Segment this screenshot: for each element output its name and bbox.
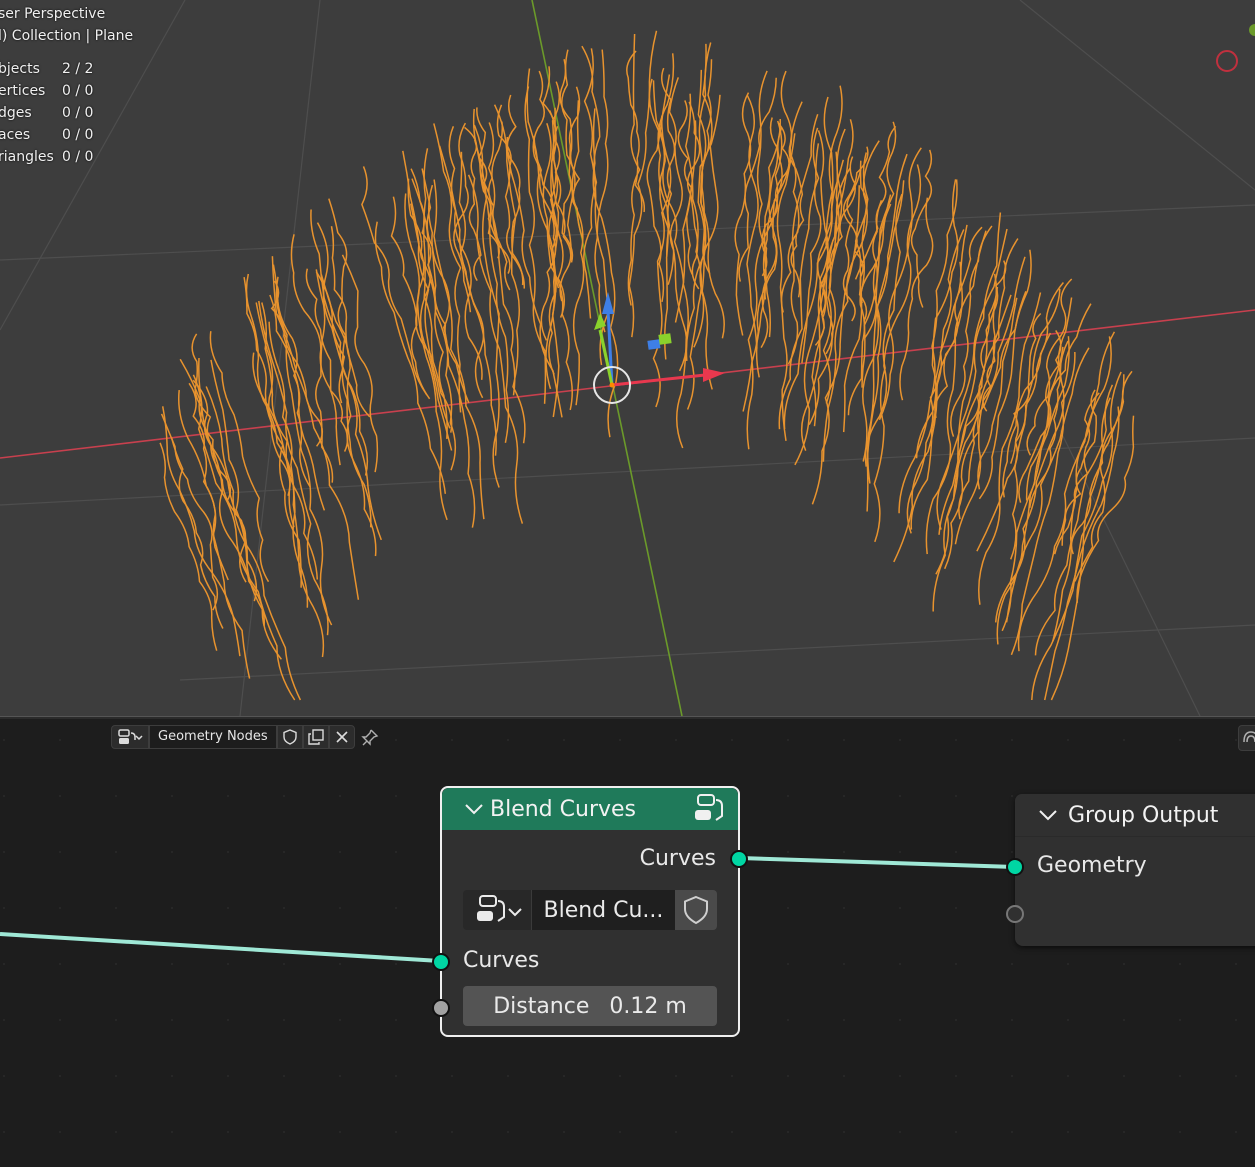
shield-icon	[684, 895, 709, 925]
hair-strand	[571, 100, 585, 406]
fake-user-button[interactable]	[276, 725, 303, 749]
hair-strand	[842, 168, 862, 322]
hair-strand	[448, 126, 483, 380]
chevron-down-icon[interactable]	[1036, 803, 1060, 827]
hair-strand	[906, 261, 962, 534]
hair-strand	[310, 209, 369, 476]
collection-label: l) Collection | Plane	[0, 28, 134, 44]
stat-row: aces 0 / 0	[0, 127, 120, 149]
stat-label: riangles	[0, 149, 54, 165]
hair-strand	[780, 70, 800, 313]
group-output-node[interactable]: Group Output Geometry	[1006, 794, 1255, 946]
group-browse-button[interactable]	[463, 890, 531, 930]
overlay-toggle-button[interactable]	[1238, 725, 1255, 751]
hair-strand	[554, 107, 572, 302]
output-socket-label: Curves	[639, 846, 716, 871]
unlink-button[interactable]	[328, 725, 355, 749]
input-socket-label: Geometry	[1037, 853, 1147, 878]
hair-strand	[693, 43, 719, 348]
geometry-input-socket[interactable]	[1006, 858, 1024, 876]
hair-strand	[258, 300, 329, 636]
hair-strand	[374, 221, 447, 494]
stat-row: dges 0 / 0	[0, 105, 120, 127]
node-group-icon	[695, 794, 723, 821]
nav-gizmo-x-dot[interactable]	[1216, 50, 1238, 72]
viewport-scene	[0, 0, 1255, 716]
stat-row: ertices 0 / 0	[0, 83, 120, 105]
chevron-down-icon[interactable]	[462, 797, 486, 821]
node-tree-browse-button[interactable]	[111, 725, 149, 749]
stat-label: ertices	[0, 83, 46, 99]
hair-strand	[626, 50, 646, 213]
group-fake-user-button[interactable]	[675, 890, 717, 930]
hair-curves	[159, 30, 1135, 701]
stat-row: riangles 0 / 0	[0, 149, 120, 171]
stat-value: 0 / 0	[62, 127, 94, 143]
scene-statistics: bjects 2 / 2 ertices 0 / 0 dges 0 / 0 ac…	[0, 61, 120, 171]
distance-input-socket[interactable]	[432, 999, 450, 1017]
pin-button[interactable]	[355, 726, 385, 748]
3d-viewport[interactable]: ser Perspective l) Collection | Plane bj…	[0, 0, 1255, 716]
duplicate-icon	[307, 729, 324, 745]
curves-output-socket[interactable]	[730, 850, 748, 868]
node-tree-icon	[118, 729, 143, 744]
node-group-selector: Blend Cu...	[463, 890, 717, 930]
curves-input-socket[interactable]	[432, 953, 450, 971]
nav-gizmo-y-dot[interactable]	[1249, 24, 1255, 36]
close-icon	[336, 731, 348, 743]
distance-value: 0.12 m	[609, 993, 687, 1019]
view-mode-label: ser Perspective	[0, 6, 106, 22]
stat-value: 0 / 0	[62, 105, 94, 121]
node-title: Group Output	[1068, 802, 1219, 828]
input-socket-label: Curves	[463, 948, 540, 973]
group-name-field[interactable]: Blend Cu...	[530, 890, 676, 930]
stat-label: dges	[0, 105, 32, 121]
hair-strand	[583, 48, 610, 366]
node-title: Blend Curves	[490, 796, 637, 822]
hair-strand	[676, 120, 697, 449]
overlay-icon	[1243, 731, 1255, 743]
distance-label: Distance	[493, 993, 590, 1019]
pin-icon	[360, 729, 378, 746]
hair-strand	[677, 100, 693, 275]
hair-strand	[847, 194, 892, 416]
empty-input-socket[interactable]	[1006, 905, 1024, 923]
node-tree-name[interactable]: Geometry Nodes	[149, 725, 277, 749]
node-editor[interactable]: Geometry Nodes Blend Curves Curves Blend…	[0, 719, 1255, 1167]
stat-value: 0 / 0	[62, 149, 94, 165]
hair-strand	[864, 121, 897, 338]
distance-field[interactable]: Distance 0.12 m	[463, 986, 717, 1026]
hair-strand	[652, 115, 672, 408]
hair-strand	[1031, 371, 1122, 701]
hair-strand	[159, 442, 218, 651]
hair-strand	[932, 273, 998, 612]
stat-label: aces	[0, 127, 31, 143]
duplicate-button[interactable]	[302, 725, 329, 749]
blend-curves-node[interactable]: Blend Curves Curves Blend Cu... Curves D…	[432, 786, 748, 1037]
stat-row: bjects 2 / 2	[0, 61, 120, 83]
stat-value: 0 / 0	[62, 83, 94, 99]
stat-label: bjects	[0, 61, 40, 77]
node-tree-selector: Geometry Nodes	[111, 725, 385, 749]
stat-value: 2 / 2	[62, 61, 94, 77]
shield-icon	[282, 729, 297, 745]
hair-strand	[506, 94, 524, 286]
node-header[interactable]: Blend Curves	[442, 788, 738, 830]
node-group-icon	[476, 895, 522, 922]
node-header[interactable]: Group Output	[1015, 794, 1255, 837]
hair-strand	[899, 197, 934, 401]
